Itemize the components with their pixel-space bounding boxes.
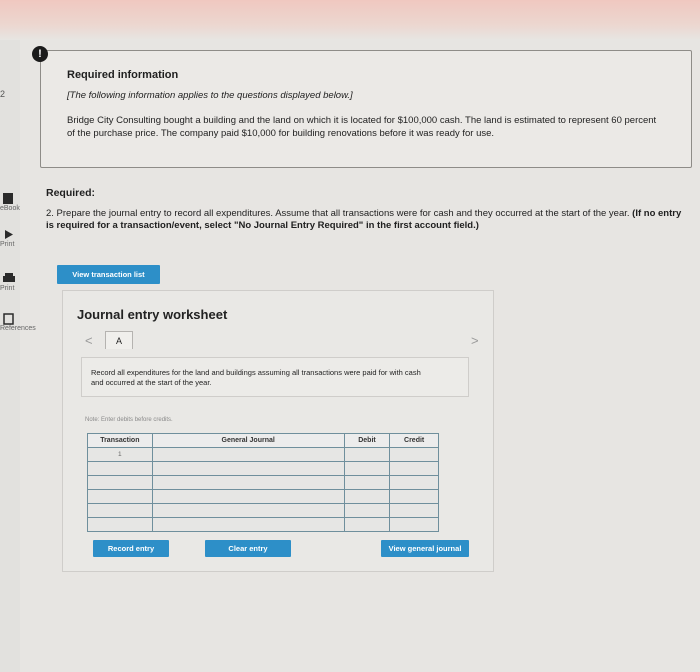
- tab-a[interactable]: A: [105, 331, 133, 349]
- view-general-journal-button[interactable]: View general journal: [381, 540, 469, 557]
- printer-icon: [3, 273, 15, 282]
- sidebar-item-references[interactable]: References: [0, 312, 36, 332]
- print-icon: [5, 230, 13, 239]
- debit-credit-note: Note: Enter debits before credits.: [85, 417, 173, 423]
- account-cell[interactable]: [151, 461, 345, 476]
- sidebar-item-print[interactable]: Print: [0, 228, 22, 248]
- clear-entry-button[interactable]: Clear entry: [205, 540, 291, 557]
- column-header-transaction: Transaction: [87, 433, 153, 448]
- chevron-left-icon[interactable]: <: [85, 333, 93, 348]
- required-heading: Required:: [46, 187, 96, 199]
- debit-cell[interactable]: [343, 475, 391, 490]
- account-cell[interactable]: [151, 503, 345, 518]
- alert-icon: !: [32, 46, 48, 62]
- book-icon: [3, 193, 13, 204]
- account-cell[interactable]: [151, 517, 345, 532]
- sidebar-item-label: References: [0, 325, 36, 332]
- table-row: [87, 489, 439, 504]
- entry-description: Record all expenditures for the land and…: [91, 368, 421, 387]
- view-transaction-list-button[interactable]: View transaction list: [57, 265, 160, 284]
- worksheet-title: Journal entry worksheet: [77, 307, 228, 322]
- top-background: [0, 0, 700, 40]
- credit-cell[interactable]: [389, 503, 439, 518]
- account-cell[interactable]: [151, 475, 345, 490]
- question-number: 2: [0, 89, 6, 99]
- references-icon: [3, 313, 14, 325]
- table-row: 1: [87, 447, 439, 462]
- table-row: [87, 461, 439, 476]
- info-title: Required information: [67, 69, 179, 81]
- debit-cell[interactable]: [343, 503, 391, 518]
- requirement-body: 2. Prepare the journal entry to record a…: [46, 208, 630, 219]
- sidebar-item-label: Print: [0, 241, 15, 248]
- journal-entry-table: Transaction General Journal Debit Credit…: [87, 433, 439, 532]
- info-subtitle: [The following information applies to th…: [67, 90, 353, 101]
- table-row: [87, 517, 439, 532]
- credit-cell[interactable]: [389, 447, 439, 462]
- sidebar-item-printer[interactable]: Print: [0, 272, 22, 292]
- debit-cell[interactable]: [343, 517, 391, 532]
- account-cell[interactable]: [151, 447, 345, 462]
- journal-entry-worksheet: Journal entry worksheet < A > Record all…: [62, 290, 494, 572]
- transaction-number-cell: [87, 461, 153, 476]
- credit-cell[interactable]: [389, 475, 439, 490]
- entry-description-box: Record all expenditures for the land and…: [81, 357, 469, 397]
- transaction-number-cell: [87, 475, 153, 490]
- chevron-right-icon[interactable]: >: [471, 333, 479, 348]
- requirement-text: 2. Prepare the journal entry to record a…: [46, 208, 686, 232]
- info-body: Bridge City Consulting bought a building…: [67, 115, 657, 139]
- transaction-number-cell: 1: [87, 447, 153, 462]
- credit-cell[interactable]: [389, 517, 439, 532]
- credit-cell[interactable]: [389, 489, 439, 504]
- record-entry-button[interactable]: Record entry: [93, 540, 169, 557]
- sidebar-item-label: eBook: [0, 205, 20, 212]
- transaction-number-cell: [87, 503, 153, 518]
- credit-cell[interactable]: [389, 461, 439, 476]
- sidebar: [0, 40, 20, 672]
- debit-cell[interactable]: [343, 461, 391, 476]
- sidebar-item-label: Print: [0, 285, 15, 292]
- transaction-number-cell: [87, 489, 153, 504]
- column-header-general-journal: General Journal: [151, 433, 345, 448]
- column-header-debit: Debit: [343, 433, 391, 448]
- transaction-number-cell: [87, 517, 153, 532]
- account-cell[interactable]: [151, 489, 345, 504]
- sidebar-item-ebook[interactable]: eBook: [0, 192, 22, 212]
- column-header-credit: Credit: [389, 433, 439, 448]
- table-row: [87, 503, 439, 518]
- debit-cell[interactable]: [343, 489, 391, 504]
- required-information-box: Required information [The following info…: [40, 50, 692, 168]
- table-row: [87, 475, 439, 490]
- debit-cell[interactable]: [343, 447, 391, 462]
